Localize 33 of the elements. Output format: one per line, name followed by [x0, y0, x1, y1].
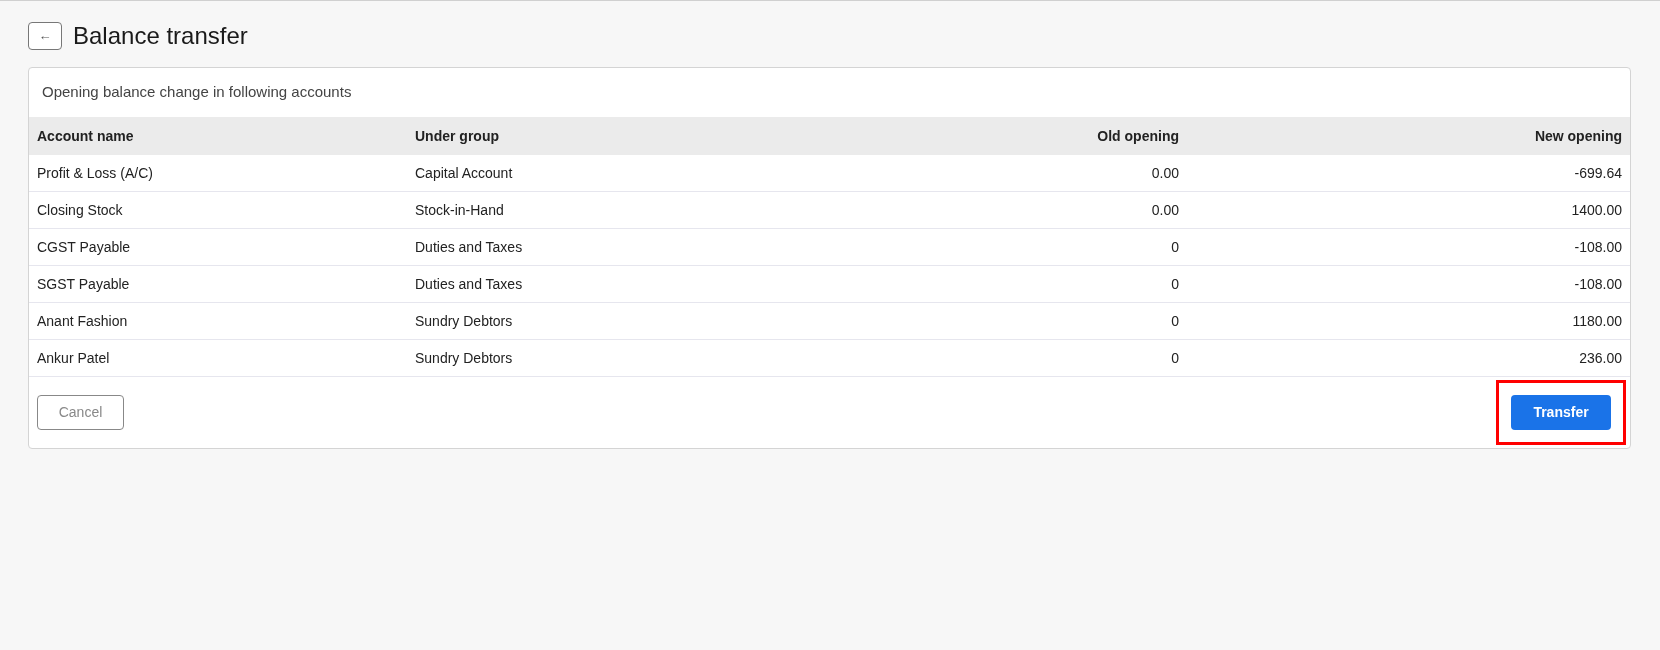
table-cell: 0 [1171, 238, 1179, 255]
table-cell: Anant Fashion [37, 312, 128, 329]
table-cell: Ankur Patel [37, 349, 110, 366]
table-cell: 236.00 [1579, 349, 1622, 366]
table-cell: Duties and Taxes [415, 238, 523, 255]
table-cell: Sundry Debtors [415, 312, 513, 329]
column-header: Account name [37, 127, 134, 144]
table-cell: 0.00 [1151, 164, 1179, 181]
column-header: Old opening [1097, 127, 1179, 144]
cancel-button[interactable]: Cancel [37, 395, 124, 430]
table-cell: CGST Payable [37, 238, 131, 255]
back-button[interactable]: ← [28, 22, 62, 50]
table-cell: Duties and Taxes [415, 275, 523, 292]
table-cell: 1400.00 [1571, 201, 1622, 218]
table-cell: 0 [1171, 349, 1179, 366]
page-title: Balance transfer [73, 21, 248, 51]
transfer-button[interactable]: Transfer [1511, 395, 1611, 430]
table-cell: Stock-in-Hand [415, 201, 504, 218]
table-cell: 1180.00 [1572, 312, 1622, 329]
table-cell: Profit & Loss (A/C) [37, 164, 153, 181]
table-cell: 0 [1171, 312, 1179, 329]
table-cell: Sundry Debtors [415, 349, 513, 366]
card-subtitle: Opening balance change in following accounts [42, 83, 352, 100]
table-cell: SGST Payable [37, 275, 130, 292]
column-header: Under group [415, 127, 499, 144]
table-cell: Closing Stock [37, 201, 123, 218]
table-cell: -108.00 [1574, 275, 1622, 292]
table-cell: -108.00 [1574, 238, 1622, 255]
table-cell: -699.64 [1574, 164, 1622, 181]
table-cell: 0 [1171, 275, 1179, 292]
table-cell: 0.00 [1151, 201, 1179, 218]
table-cell: Capital Account [415, 164, 513, 181]
column-header: New opening [1534, 127, 1622, 144]
